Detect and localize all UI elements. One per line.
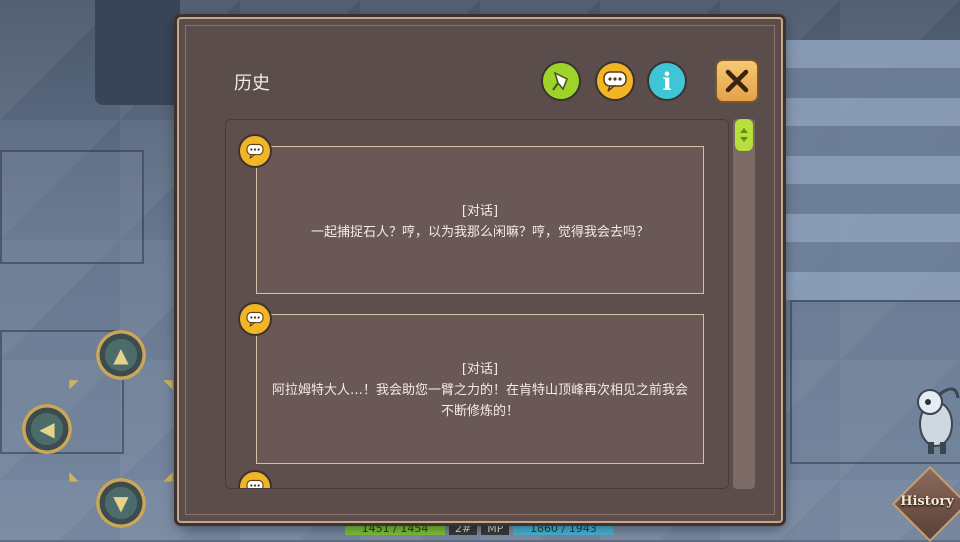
diagonal-down-left-arrow-icon[interactable]: ◣ [66, 468, 82, 484]
stone-stairs [770, 40, 960, 300]
diagonal-up-right-arrow-icon[interactable]: ◥ [160, 376, 176, 392]
history-entry: [对话] 一起捕捉石人？哼，以为我那么闲嘛？哼，觉得我会去吗？ [256, 146, 704, 294]
scroll-down-arrow-icon [740, 137, 748, 142]
floor-tile [0, 150, 144, 264]
entry-text: 阿拉姆特大人…！我会助您一臂之力的！在肯特山顶峰再次相见之前我会不断修炼的！ [271, 383, 688, 419]
move-up-button[interactable]: ▲ [96, 330, 146, 380]
scroll-up-arrow-icon [740, 128, 748, 133]
entry-type-label: [对话] [461, 204, 499, 219]
info-filter-button[interactable]: i [647, 61, 687, 101]
panel-title: 历史 [234, 73, 270, 94]
pin-filter-button[interactable] [541, 61, 581, 101]
stone-pillar [95, 0, 180, 105]
scroll-thumb[interactable] [735, 119, 753, 151]
diagonal-up-left-arrow-icon[interactable]: ◤ [66, 376, 82, 392]
entry-type-label: [对话] [461, 362, 499, 377]
entry-text: 一起捕捉石人？哼，以为我那么闲嘛？哼，觉得我会去吗？ [310, 225, 649, 240]
npc-creature-icon[interactable] [906, 374, 960, 458]
chat-bubble-icon [246, 143, 264, 159]
close-icon [725, 69, 749, 93]
chat-bubble-icon [603, 71, 627, 92]
status-mid-label: 2# [449, 522, 478, 535]
hp-bar: 1451 / 1454 [345, 522, 445, 535]
entry-dialogue-badge [238, 470, 272, 488]
info-icon: i [662, 66, 672, 96]
mp-label: MP [481, 522, 510, 535]
close-button[interactable] [715, 59, 759, 103]
entry-dialogue-badge [238, 302, 272, 336]
move-left-button[interactable]: ◀ [22, 404, 72, 454]
move-down-button[interactable]: ▼ [96, 478, 146, 528]
history-list[interactable]: [对话] 一起捕捉石人？哼，以为我那么闲嘛？哼，觉得我会去吗？ [对话] 阿拉姆… [225, 119, 729, 489]
dialogue-filter-button[interactable] [595, 61, 635, 101]
history-entry: [对话] 阿拉姆特大人…！我会助您一臂之力的！在肯特山顶峰再次相见之前我会不断修… [256, 314, 704, 464]
history-scrollbar[interactable] [733, 119, 755, 489]
history-button[interactable]: History [891, 465, 960, 542]
history-button-label: History [900, 494, 954, 509]
chat-bubble-icon [246, 311, 264, 327]
entry-dialogue-badge [238, 134, 272, 168]
diagonal-down-right-arrow-icon[interactable]: ◢ [160, 468, 176, 484]
player-status-bar: 1451 / 1454 2# MP 1860 / 1943 [345, 521, 614, 536]
chat-bubble-icon [246, 479, 264, 488]
history-panel: 历史 i [对话] 一起捕捉石人？哼，以为我那么闲嘛？哼，觉得我会去吗？ [对话… [177, 17, 783, 523]
mp-bar: 1860 / 1943 [513, 522, 614, 535]
pin-icon [552, 71, 568, 91]
